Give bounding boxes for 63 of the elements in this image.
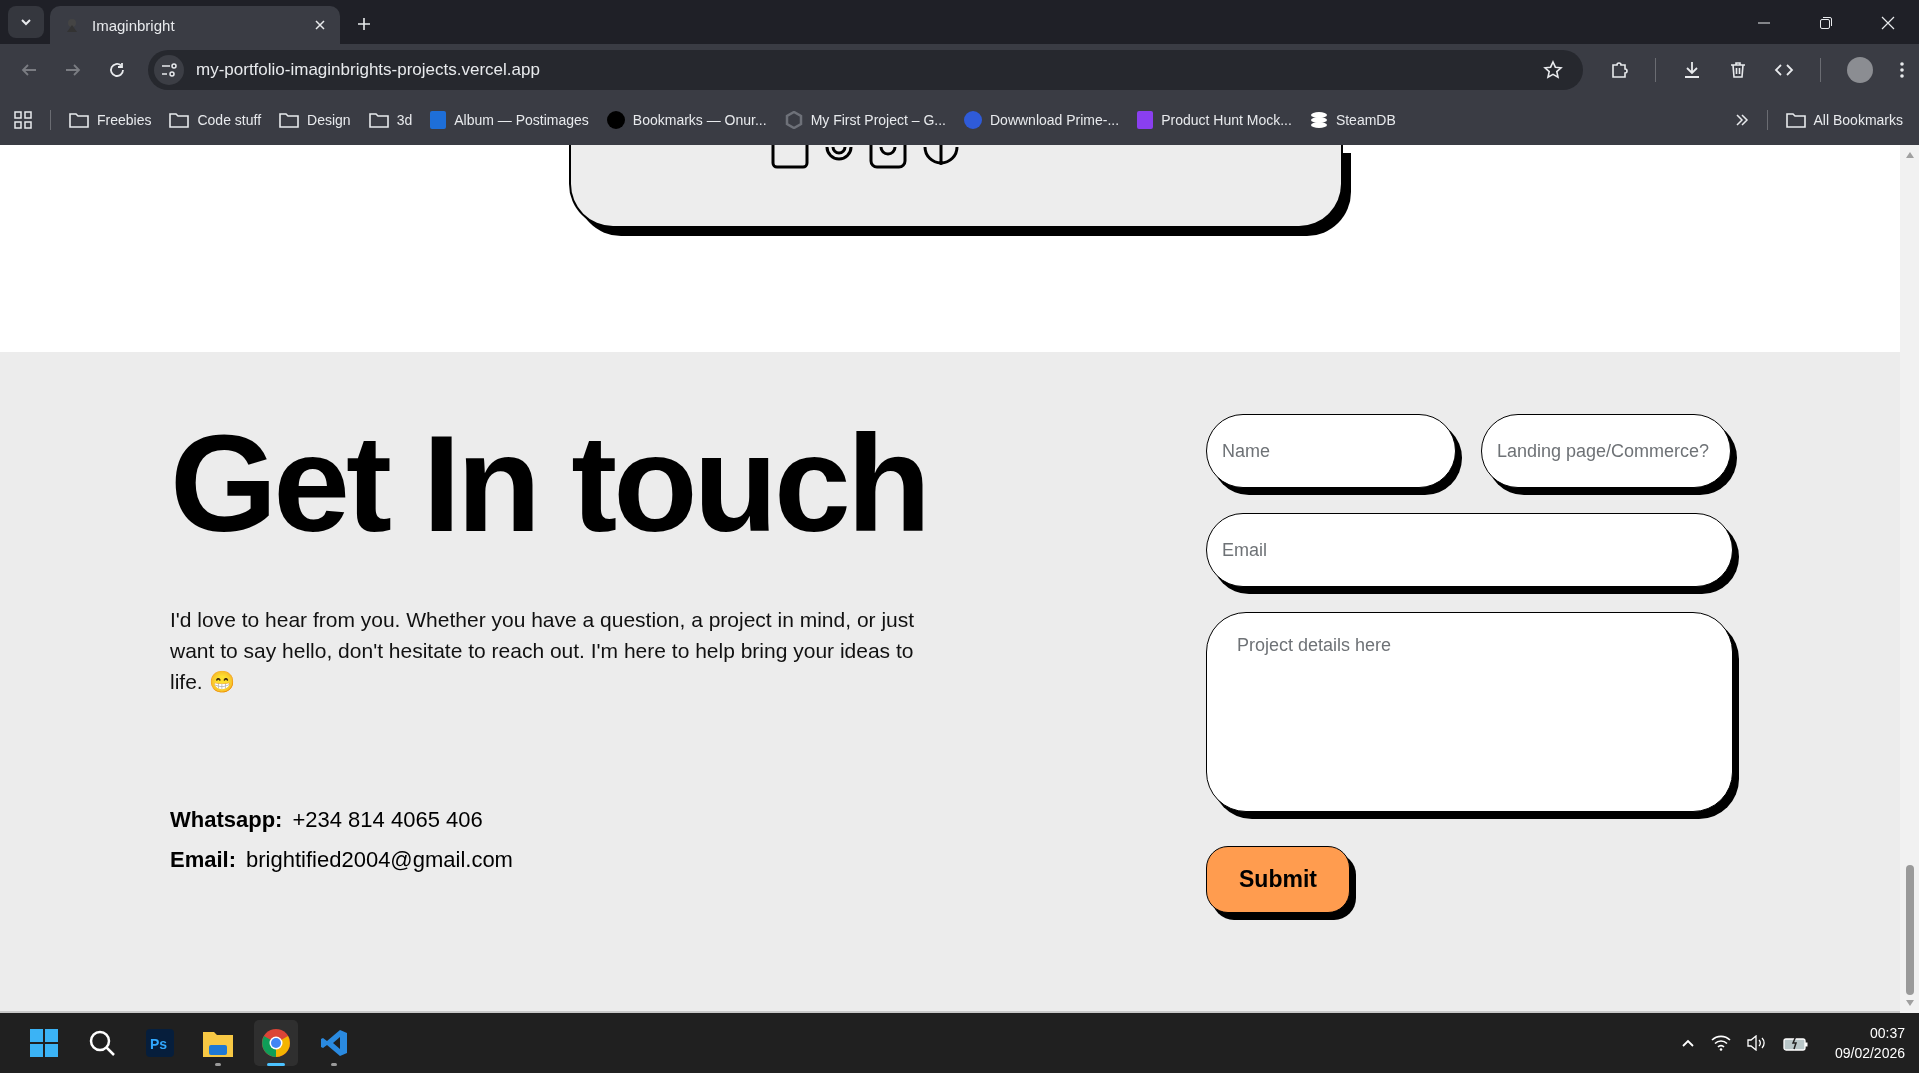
photoshop-icon: Ps (146, 1029, 174, 1057)
clock-time: 00:37 (1869, 1024, 1905, 1043)
speaker-icon[interactable] (1746, 1035, 1767, 1051)
folder-icon (368, 112, 389, 128)
new-tab-icon[interactable] (356, 16, 372, 32)
bookmark-item[interactable]: Product Hunt Mock... (1137, 111, 1292, 129)
tab-search-button[interactable] (8, 6, 44, 38)
restore-icon[interactable] (1819, 16, 1833, 30)
contact-value: brightified2004@gmail.com (246, 847, 513, 873)
close-icon[interactable] (314, 19, 326, 31)
bookmark-item[interactable]: Dowwnload Prime-... (964, 111, 1120, 129)
search-icon (88, 1029, 116, 1057)
video-icon[interactable] (771, 145, 809, 169)
browser-tab[interactable]: Imaginbright (50, 6, 340, 44)
wifi-icon[interactable] (1710, 1035, 1731, 1051)
contact-label: Email: (170, 847, 237, 873)
chevron-up-icon[interactable] (1680, 1038, 1695, 1048)
battery-charging-icon[interactable] (1782, 1035, 1809, 1051)
address-bar[interactable]: my-portfolio-imaginbrights-projects.vercel.app (148, 49, 1583, 90)
input-field[interactable]: Landing page/Commerce? (1481, 414, 1731, 488)
folder-icon (69, 112, 89, 128)
extensions-icon[interactable] (1609, 59, 1629, 80)
bookmark-item[interactable]: Album — Postimages (430, 111, 589, 129)
all-bookmarks-button[interactable]: All Bookmarks (1785, 112, 1903, 128)
bookmark-item[interactable]: My First Project – G... (784, 111, 946, 129)
camera-icon[interactable] (869, 145, 907, 169)
windows-logo-icon (30, 1029, 58, 1057)
folder-icon (169, 112, 190, 128)
bookmark-item[interactable]: Design (279, 112, 351, 128)
reload-icon[interactable] (108, 60, 126, 79)
download-icon[interactable] (1682, 59, 1702, 80)
scrollbar[interactable] (1900, 145, 1919, 1013)
taskbar-app[interactable]: Ps (138, 1020, 182, 1066)
profile-avatar[interactable] (1847, 56, 1873, 83)
project-details-field[interactable]: Project details here (1206, 612, 1733, 812)
folder-icon (1785, 112, 1806, 128)
apps-grid-icon[interactable] (14, 111, 32, 129)
chrome-icon (262, 1029, 290, 1057)
bookmark-item[interactable]: SteamDB (1309, 111, 1396, 129)
bookmark-item[interactable]: 3d (368, 112, 413, 128)
bookmark-item[interactable]: Code stuff (169, 112, 262, 128)
clock[interactable]: 00:37 09/02/2026 (1834, 1023, 1905, 1063)
input-field[interactable]: Name (1206, 414, 1456, 488)
code-editor-icon (320, 1029, 348, 1057)
taskbar-app[interactable] (254, 1020, 298, 1066)
section-heading: Get In touch (170, 414, 928, 552)
tab-title: Imaginbright (92, 16, 176, 34)
menu-icon[interactable] (1899, 59, 1905, 80)
folder-icon (203, 1029, 233, 1057)
intro-paragraph: I'd love to hear from you. Whether you have a question, a project in mind, or just want to say hello, don't hesitate to reach out. I'm here to help bring your ideas to life. 😁 (170, 607, 916, 695)
clock-date: 09/02/2026 (1834, 1044, 1905, 1063)
trash-icon[interactable] (1728, 59, 1748, 80)
close-icon[interactable] (1881, 16, 1895, 30)
folder-icon (279, 112, 300, 128)
input-field[interactable]: Email (1206, 513, 1733, 587)
contact-value: +234 814 4065 406 (292, 807, 483, 833)
chevron-double-right-icon[interactable] (1734, 113, 1749, 127)
bookmark-item[interactable]: Bookmarks — Onur... (606, 111, 767, 129)
bookmark-star-icon[interactable] (1543, 59, 1563, 80)
bookmark-item[interactable]: Freebies (69, 112, 152, 128)
scroll-thumb[interactable] (1905, 865, 1914, 995)
site-settings-icon[interactable] (154, 54, 184, 85)
contact-label: Whatsapp: (170, 807, 283, 833)
